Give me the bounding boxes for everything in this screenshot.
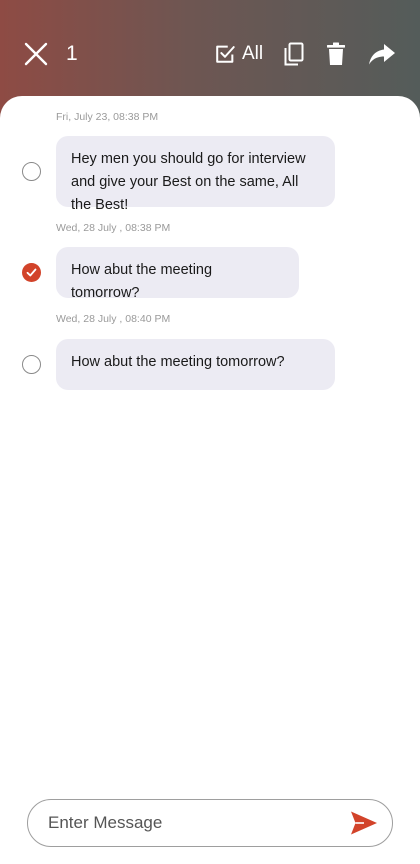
close-icon — [24, 42, 48, 66]
copy-icon — [284, 42, 304, 66]
trash-icon — [327, 42, 345, 65]
message-composer — [27, 799, 393, 847]
message-timestamp: Fri, July 23, 08:38 PM — [56, 111, 159, 123]
message-select-radio[interactable] — [22, 162, 41, 181]
message-bubble[interactable]: Hey men you should go for interview and … — [56, 136, 335, 213]
message-timestamp: Wed, 28 July , 08:40 PM — [56, 313, 171, 325]
send-button[interactable] — [350, 810, 378, 836]
message-bubble[interactable]: How abut the meeting tomorrow? — [56, 247, 299, 301]
message-select-radio[interactable] — [22, 355, 41, 374]
check-icon — [26, 268, 37, 277]
forward-icon — [369, 44, 395, 65]
send-icon — [351, 811, 377, 835]
select-all-label: All — [242, 43, 264, 64]
copy-button[interactable] — [280, 40, 308, 68]
selection-toolbar: 1 All — [0, 0, 420, 110]
message-timestamp: Wed, 28 July , 08:38 PM — [56, 222, 171, 234]
delete-button[interactable] — [322, 40, 350, 68]
message-bubble[interactable]: How abut the meeting tomorrow? — [56, 339, 335, 390]
checkbox-checked-icon — [216, 45, 235, 63]
close-selection-button[interactable] — [18, 36, 54, 72]
selected-count: 1 — [66, 42, 78, 65]
message-input[interactable] — [48, 809, 328, 837]
message-select-radio-checked[interactable] — [22, 263, 41, 282]
message-list-panel: Fri, July 23, 08:38 PM Hey men you shoul… — [0, 96, 420, 864]
select-all-button[interactable]: All — [214, 40, 263, 68]
forward-button[interactable] — [366, 40, 398, 68]
